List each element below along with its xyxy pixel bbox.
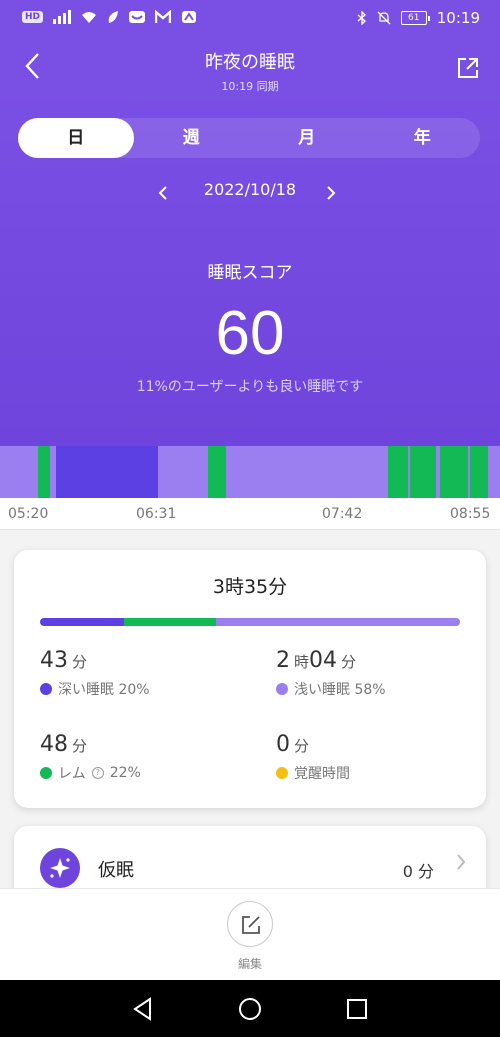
- sleep-timeline[interactable]: [0, 446, 500, 498]
- share-button[interactable]: [456, 56, 480, 80]
- timeline-rem-block: [410, 446, 436, 498]
- stat-rem: 48 分 レム? 22%: [40, 732, 141, 783]
- edit-button[interactable]: [227, 901, 273, 947]
- timeline-tick: 07:42: [322, 506, 363, 522]
- next-date-button[interactable]: [326, 182, 336, 206]
- share-icon: [458, 58, 478, 78]
- leaf-icon: [108, 11, 119, 23]
- timeline-rem-block: [388, 446, 408, 498]
- tab-week[interactable]: 週: [134, 118, 250, 158]
- page-title: 昨夜の睡眠: [205, 52, 295, 73]
- awake-value: 0: [276, 732, 290, 757]
- light-hours-value: 2: [276, 648, 290, 673]
- light-minutes-value: 04: [309, 648, 338, 673]
- rem-percent: 22%: [109, 765, 141, 781]
- deep-unit: 分: [72, 653, 88, 671]
- circle-home-icon: [239, 998, 261, 1020]
- edit-icon: [242, 916, 260, 934]
- hero-header: HD 61 10:19 昨夜の睡眠 10:19 同期 日 週 月 年 2022/…: [0, 0, 500, 446]
- deep-dot-icon: [40, 683, 52, 695]
- nap-value: 0 分: [402, 862, 434, 881]
- stat-awake: 0分 覚醒時間: [276, 732, 350, 783]
- awake-unit: 分: [294, 737, 310, 755]
- score-value: 60: [215, 299, 285, 368]
- edit-label: 編集: [237, 957, 262, 971]
- chevron-right-icon: [327, 186, 336, 200]
- gmail-icon: [155, 10, 172, 23]
- triangle-back-icon: [133, 997, 151, 1021]
- light-dot-icon: [276, 683, 288, 695]
- current-date: 2022/10/18: [203, 180, 297, 199]
- bluetooth-icon: [357, 11, 366, 25]
- app-icon: [182, 11, 197, 23]
- tab-month[interactable]: 月: [249, 118, 365, 158]
- title-block: 昨夜の睡眠 10:19 同期: [0, 48, 500, 94]
- stat-light: 2 時04 分 浅い睡眠 58%: [276, 648, 386, 699]
- nav-recents-button[interactable]: [342, 994, 372, 1024]
- period-tabs: 日 週 月 年: [18, 118, 480, 158]
- nav-back-button[interactable]: [128, 994, 158, 1024]
- score-label: 睡眠スコア: [207, 263, 293, 283]
- system-nav-bar: [0, 980, 500, 1037]
- nap-label: 仮眠: [98, 860, 134, 881]
- timeline-tick: 06:31: [136, 506, 177, 522]
- stage-ratio-bar: [40, 618, 460, 626]
- timeline-rem-block: [440, 446, 468, 498]
- score-description: 11%のユーザーよりも良い睡眠です: [136, 379, 364, 395]
- rem-label: レム: [58, 766, 86, 782]
- hd-badge: HD: [22, 11, 44, 23]
- light-label: 浅い睡眠 58%: [294, 682, 386, 698]
- status-bar: HD 61 10:19: [0, 0, 500, 38]
- rem-value: 48: [40, 732, 68, 757]
- question-icon[interactable]: ?: [91, 767, 104, 779]
- rem-unit: 分: [72, 737, 88, 755]
- tab-day[interactable]: 日: [18, 118, 134, 158]
- sync-time: 10:19 同期: [221, 80, 279, 93]
- timeline-deep-block: [56, 446, 158, 498]
- edit-bar: 編集: [0, 888, 500, 980]
- bar-light-segment: [216, 618, 460, 626]
- awake-label: 覚醒時間: [294, 766, 350, 782]
- chevron-right-icon: [456, 852, 466, 877]
- awake-dot-icon: [276, 767, 288, 779]
- deep-value: 43: [40, 648, 68, 673]
- tab-year[interactable]: 年: [365, 118, 481, 158]
- timeline-rem-block: [38, 446, 50, 498]
- signal-icon: [53, 10, 72, 24]
- stat-deep: 43 分 深い睡眠 20%: [40, 648, 150, 699]
- bar-rem-segment: [124, 618, 217, 626]
- total-sleep-time: 3時35分: [212, 576, 288, 598]
- timeline-tick: 08:55: [450, 506, 491, 522]
- sparkle-icon: [40, 848, 80, 888]
- wifi-icon: [82, 12, 97, 23]
- light-hours-unit: 時: [294, 653, 310, 671]
- nav-home-button[interactable]: [235, 994, 265, 1024]
- status-clock: 10:19: [436, 9, 480, 27]
- timeline-rem-block: [208, 446, 226, 498]
- battery-icon: 61: [400, 11, 430, 25]
- square-recents-icon: [347, 999, 367, 1019]
- sleep-summary-card: 3時35分 43 分 深い睡眠 20% 2 時04 分 浅い睡眠 58% 48 分 レム…: [14, 550, 486, 808]
- mail-app-icon: [129, 11, 146, 23]
- deep-label: 深い睡眠 20%: [58, 682, 150, 698]
- timeline-axis: 05:20 06:31 07:42 08:55: [0, 498, 500, 530]
- light-minutes-unit: 分: [341, 653, 357, 671]
- rem-dot-icon: [40, 767, 52, 779]
- timeline-rem-block: [470, 446, 488, 498]
- timeline-tick: 05:20: [8, 506, 49, 522]
- bar-deep-segment: [40, 618, 124, 626]
- mute-bell-icon: [377, 11, 391, 25]
